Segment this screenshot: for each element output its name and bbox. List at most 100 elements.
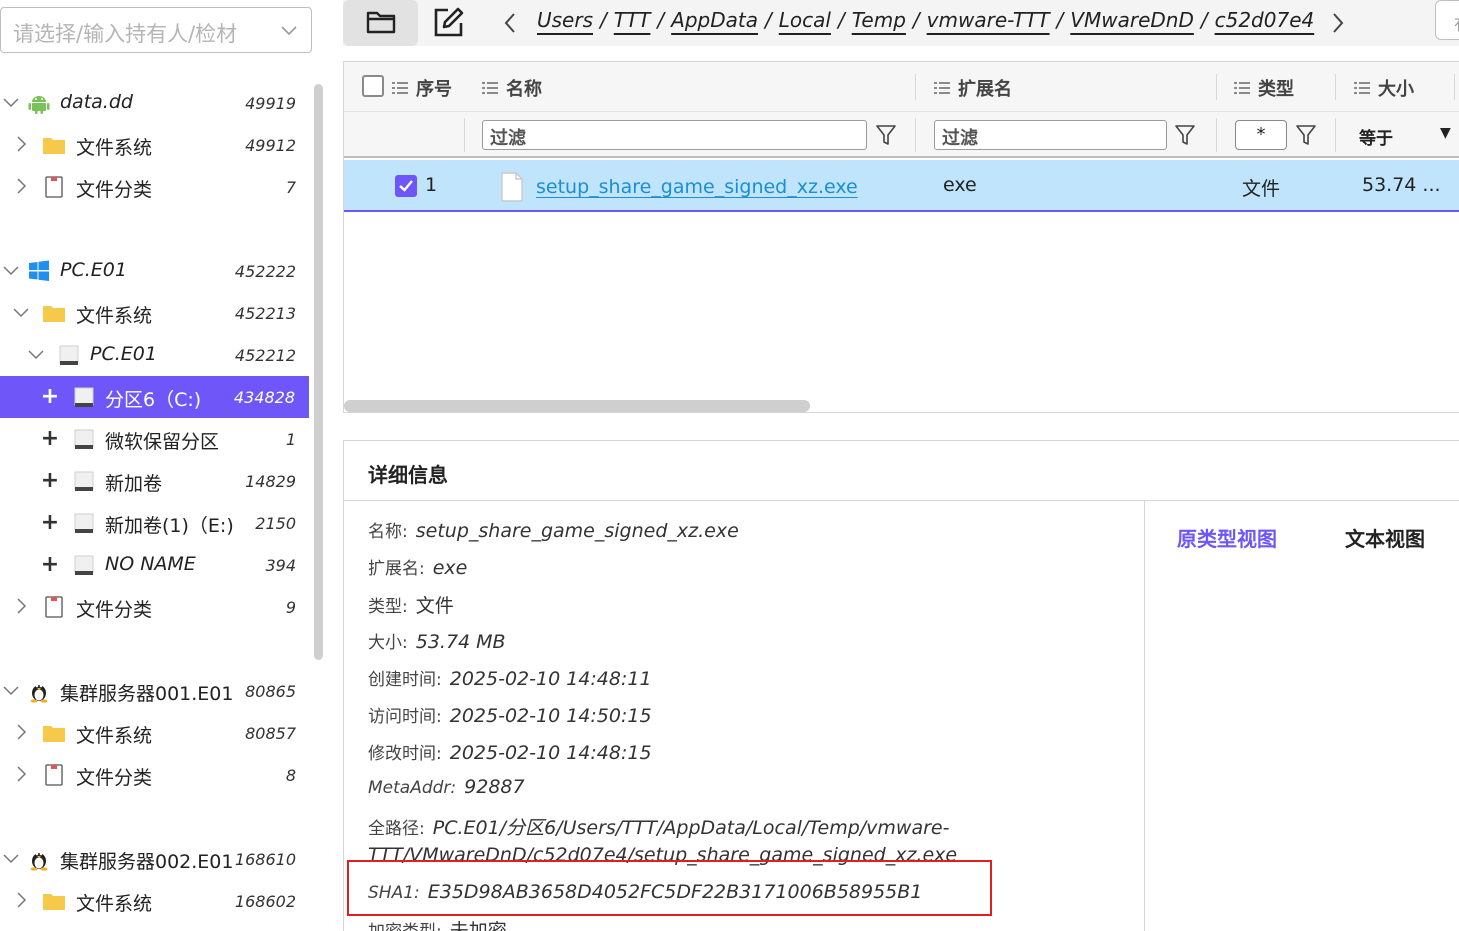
breadcrumb-item[interactable]: c52d07e4 [1215, 8, 1315, 32]
tree-item-count: 394 [265, 556, 296, 575]
chevron-down-icon[interactable] [12, 303, 30, 321]
filter-icon[interactable] [1295, 123, 1317, 147]
tree-item-label: 集群服务器002.E01 [60, 851, 234, 873]
case-selector-placeholder: 请选择/输入持有人/检材 [13, 22, 238, 46]
tree-item-filesystem[interactable]: 文件系统 168602 [0, 880, 310, 922]
document-icon [45, 764, 63, 786]
column-divider [1335, 118, 1336, 152]
column-header-label: 序号 [416, 79, 452, 100]
tree-item-new-volume-e[interactable]: + 新加卷(1)（E:) 2150 [0, 502, 310, 544]
disk-icon [74, 387, 94, 407]
row-checkbox[interactable] [395, 175, 417, 197]
column-header-label: 名称 [506, 79, 542, 100]
filter-icon[interactable] [875, 123, 897, 147]
tree-item-label: 文件系统 [76, 305, 153, 327]
tree-item-file-category[interactable]: 文件分类 8 [0, 754, 310, 796]
ext-filter-input[interactable]: 过滤 [934, 120, 1167, 150]
column-divider[interactable] [1335, 74, 1336, 100]
chevron-down-icon[interactable] [27, 345, 45, 363]
detail-key: 加密类型: [368, 922, 442, 931]
tree-item-no-name[interactable]: + NO NAME 394 [0, 544, 310, 586]
chevron-right-icon[interactable] [12, 723, 30, 741]
table-horizontal-scrollbar[interactable] [344, 400, 810, 412]
tree-item-cluster-server-001[interactable]: 集群服务器001.E01 80865 [0, 670, 310, 712]
checkmark-icon [399, 180, 413, 192]
column-header-ext[interactable]: 扩展名 [934, 75, 1012, 101]
folder-icon [43, 894, 65, 910]
dropdown-arrow-icon[interactable]: ▼ [1440, 125, 1451, 141]
column-header-index[interactable]: 序号 [392, 75, 452, 101]
expand-plus-icon[interactable]: + [40, 552, 60, 577]
tree-scrollbar[interactable] [314, 84, 323, 660]
chevron-right-icon[interactable] [12, 177, 30, 195]
detail-key: 类型: [368, 597, 408, 617]
folder-view-button[interactable] [343, 0, 418, 46]
name-filter-input[interactable]: 过滤 [482, 120, 867, 150]
column-header-name[interactable]: 名称 [482, 75, 542, 101]
tree-item-count: 452213 [234, 304, 296, 323]
tree-item-data-dd[interactable]: data.dd 49919 [0, 82, 310, 124]
filter-row: 过滤 过滤 * 等于 ▼ [344, 112, 1459, 158]
breadcrumb: Users / TTT / AppData / Local / Temp / vmware-TTT /… [537, 8, 1315, 32]
column-divider[interactable] [1216, 74, 1217, 100]
tree-item-disk-image[interactable]: PC.E01 452212 [0, 334, 310, 376]
file-icon [501, 172, 523, 202]
chevron-down-icon[interactable] [2, 681, 20, 699]
chevron-down-icon[interactable] [2, 261, 20, 279]
chevron-right-icon[interactable] [12, 765, 30, 783]
divider [1144, 501, 1145, 931]
breadcrumb-item[interactable]: VMwareDnD [1070, 8, 1194, 32]
column-header-type[interactable]: 类型 [1234, 75, 1294, 101]
breadcrumb-item[interactable]: vmware-TTT [927, 8, 1050, 32]
filter-icon[interactable] [1174, 123, 1196, 147]
detail-value: 2025-02-10 14:50:15 [449, 705, 652, 727]
tree-item-filesystem[interactable]: 文件系统 80857 [0, 712, 310, 754]
tree-item-count: 168610 [234, 850, 296, 869]
edit-path-icon[interactable] [431, 6, 465, 40]
breadcrumb-item[interactable]: AppData [671, 8, 758, 32]
breadcrumb-item[interactable]: Local [779, 8, 831, 32]
tab-text-view[interactable]: 文本视图 [1345, 523, 1425, 552]
breadcrumb-item[interactable]: Temp [852, 8, 906, 32]
table-header: 序号 名称 扩展名 类型 大小 [344, 62, 1459, 112]
chevron-right-icon[interactable] [12, 597, 30, 615]
tree-item-file-category[interactable]: 文件分类 7 [0, 166, 310, 208]
expand-plus-icon[interactable]: + [40, 426, 60, 451]
tree-item-cluster-server-002[interactable]: 集群服务器002.E01 168610 [0, 838, 310, 880]
type-filter-select[interactable]: * [1235, 120, 1287, 150]
table-row[interactable]: 1 setup_share_game_signed_xz.exe exe 文件 … [344, 160, 1459, 212]
tree-item-file-category[interactable]: 文件分类 9 [0, 586, 310, 628]
expand-plus-icon[interactable]: + [40, 468, 60, 493]
chevron-right-icon[interactable] [12, 135, 30, 153]
tree-item-label: 文件系统 [76, 725, 153, 747]
details-panel: 详细信息 名称: setup_share_game_signed_xz.exe 扩… [343, 440, 1459, 931]
chevron-left-icon[interactable] [498, 8, 522, 38]
column-divider[interactable] [1454, 74, 1455, 100]
chevron-down-icon[interactable] [2, 849, 20, 867]
breadcrumb-item[interactable]: Users [537, 8, 593, 32]
select-all-checkbox[interactable] [362, 75, 384, 97]
expand-plus-icon[interactable]: + [40, 510, 60, 535]
tree-item-pc-e01[interactable]: PC.E01 452222 [0, 250, 310, 292]
detail-value: exe [432, 557, 468, 579]
size-operator-select[interactable]: 等于 [1359, 124, 1393, 149]
chevron-down-icon[interactable] [2, 93, 20, 111]
breadcrumb-item[interactable]: TTT [614, 8, 651, 32]
row-file-name-link[interactable]: setup_share_game_signed_xz.exe [536, 176, 858, 198]
list-icon [1354, 82, 1370, 94]
corner-button[interactable]: 有 [1435, 0, 1459, 40]
tree-item-new-volume[interactable]: + 新加卷 14829 [0, 460, 310, 502]
column-header-size[interactable]: 大小 [1354, 75, 1414, 101]
chevron-right-icon[interactable] [12, 891, 30, 909]
tree-item-filesystem[interactable]: 文件系统 49912 [0, 124, 310, 166]
chevron-right-icon[interactable] [1326, 8, 1350, 38]
case-selector[interactable]: 请选择/输入持有人/检材 [0, 7, 312, 53]
expand-plus-icon[interactable]: + [40, 384, 60, 409]
tree-item-msr-partition[interactable]: + 微软保留分区 1 [0, 418, 310, 460]
column-divider[interactable] [915, 74, 916, 100]
tree-item-partition-c[interactable]: + 分区6（C:) 434828 [0, 376, 309, 418]
tree-item-count: 8 [285, 766, 296, 785]
tab-raw-type-view[interactable]: 原类型视图 [1177, 523, 1277, 552]
tree-item-filesystem[interactable]: 文件系统 452213 [0, 292, 310, 334]
linux-icon [30, 852, 48, 871]
